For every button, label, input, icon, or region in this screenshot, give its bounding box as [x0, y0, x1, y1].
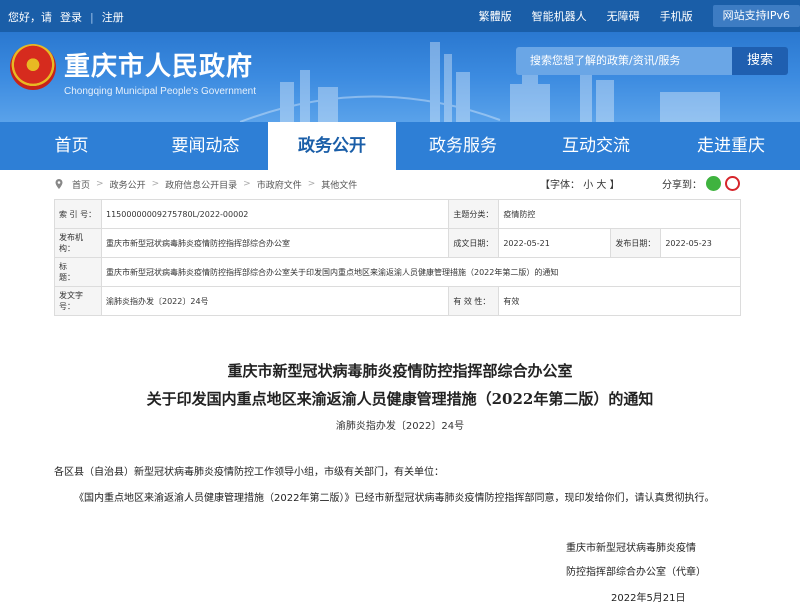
skyline-decoration [240, 42, 720, 122]
national-emblem-icon [10, 44, 56, 90]
wechat-icon[interactable] [706, 176, 721, 191]
weibo-icon[interactable] [725, 176, 740, 191]
font-size-label: 【字体： [540, 180, 580, 191]
breadcrumb-separator: > [96, 179, 104, 189]
breadcrumb-gov-documents[interactable]: 市政府文件 [257, 178, 302, 191]
nav-services[interactable]: 政务服务 [396, 122, 530, 170]
site-header: 重庆市人民政府 Chongqing Municipal People's Gov… [0, 32, 800, 122]
font-size-end: 】 [609, 180, 620, 191]
nav-government-affairs[interactable]: 政务公开 [268, 122, 396, 170]
topic-label: 主题分类： [448, 199, 500, 229]
article-body-paragraph: 《国内重点地区来渝返渝人员健康管理措施（2022年第二版）》已经市新型冠状病毒肺… [74, 493, 715, 504]
breadcrumb-info-catalog[interactable]: 政府信息公开目录 [165, 178, 237, 191]
register-link[interactable]: 注册 [102, 9, 124, 25]
validity-label: 有 效 性： [448, 286, 500, 316]
share-label: 分享到： [662, 180, 702, 191]
publish-date-label: 发布日期： [610, 228, 662, 258]
publish-date-value: 2022-05-23 [660, 228, 741, 258]
login-link[interactable]: 登录 [60, 9, 82, 25]
divider: | [90, 10, 94, 24]
doc-number-label: 发文字号： [54, 286, 102, 316]
breadcrumb-government-affairs[interactable]: 政务公开 [110, 178, 146, 191]
font-small-button[interactable]: 小 [583, 180, 593, 191]
article-title-line-1: 重庆市新型冠状病毒肺炎疫情防控指挥部综合办公室 [227, 362, 573, 380]
font-large-button[interactable]: 大 [596, 180, 606, 191]
top-bar: 您好，请 登录 | 注册 繁體版 智能机器人 无障碍 手机版 网站支持IPv6 [0, 0, 800, 32]
title-label: 标 题： [54, 257, 102, 287]
written-date-label: 成文日期： [448, 228, 500, 258]
document-info-table: 索 引 号： 11500000009275780L/2022-00002 主题分… [54, 199, 741, 316]
article-title-line-2: 关于印发国内重点地区来渝返渝人员健康管理措施（2022年第二版）的通知 [146, 390, 654, 408]
page: 您好，请 登录 | 注册 繁體版 智能机器人 无障碍 手机版 网站支持IPv6 [0, 0, 800, 610]
breadcrumb: 首页 > 政务公开 > 政府信息公开目录 > 市政府文件 > 其他文件 [54, 176, 357, 192]
article-salutation: 各区县（自治县）新型冠状病毒肺炎疫情防控工作领导小组，市级有关部门，有关单位： [54, 467, 444, 478]
written-date-value: 2022-05-21 [498, 228, 612, 258]
signature-line-2: 防控指挥部综合办公室（代章） [566, 567, 706, 578]
nav-home[interactable]: 首页 [0, 122, 143, 170]
breadcrumb-other-documents[interactable]: 其他文件 [321, 178, 357, 191]
issuer-label: 发布机构： [54, 228, 102, 258]
mobile-version-link[interactable]: 手机版 [660, 8, 693, 24]
article-doc-number: 渝肺炎指办发〔2022〕24号 [335, 421, 465, 432]
nav-about-chongqing[interactable]: 走进重庆 [662, 122, 800, 170]
search-button[interactable]: 搜索 [732, 47, 788, 75]
issuer-value: 重庆市新型冠状病毒肺炎疫情防控指挥部综合办公室 [100, 228, 450, 258]
signature-date: 2022年5月21日 [611, 593, 686, 604]
nav-news[interactable]: 要闻动态 [143, 122, 268, 170]
validity-value: 有效 [498, 286, 741, 316]
signature-line-1: 重庆市新型冠状病毒肺炎疫情 [566, 543, 696, 554]
search-input[interactable]: 搜索您想了解的政策/资讯/服务 [516, 47, 732, 75]
breadcrumb-separator: > [307, 179, 316, 189]
location-pin-icon [55, 179, 63, 189]
breadcrumb-home[interactable]: 首页 [72, 178, 90, 191]
index-label: 索 引 号： [54, 199, 102, 229]
topic-value: 疫情防控 [498, 199, 741, 229]
breadcrumb-separator: > [151, 179, 160, 189]
main-nav: 首页 要闻动态 政务公开 政务服务 互动交流 走进重庆 [0, 122, 800, 170]
traditional-chinese-link[interactable]: 繁體版 [479, 8, 512, 24]
font-size-switcher: 【字体： 小 大 】 [540, 176, 620, 191]
index-value: 11500000009275780L/2022-00002 [100, 199, 450, 229]
doc-number-value: 渝肺炎指办发〔2022〕24号 [100, 286, 450, 316]
share-bar: 分享到： [662, 176, 740, 191]
ipv6-badge: 网站支持IPv6 [712, 5, 800, 27]
site-title: 重庆市人民政府 [64, 52, 254, 82]
nav-interaction[interactable]: 互动交流 [530, 122, 662, 170]
smart-robot-link[interactable]: 智能机器人 [532, 8, 587, 24]
accessibility-link[interactable]: 无障碍 [607, 8, 640, 24]
site-subtitle: Chongqing Municipal People's Government [64, 86, 257, 97]
title-value: 重庆市新型冠状病毒肺炎疫情防控指挥部综合办公室关于印发国内重点地区来渝返渝人员健… [101, 257, 741, 287]
greeting-text: 您好，请 [8, 11, 52, 24]
breadcrumb-separator: > [243, 179, 251, 189]
